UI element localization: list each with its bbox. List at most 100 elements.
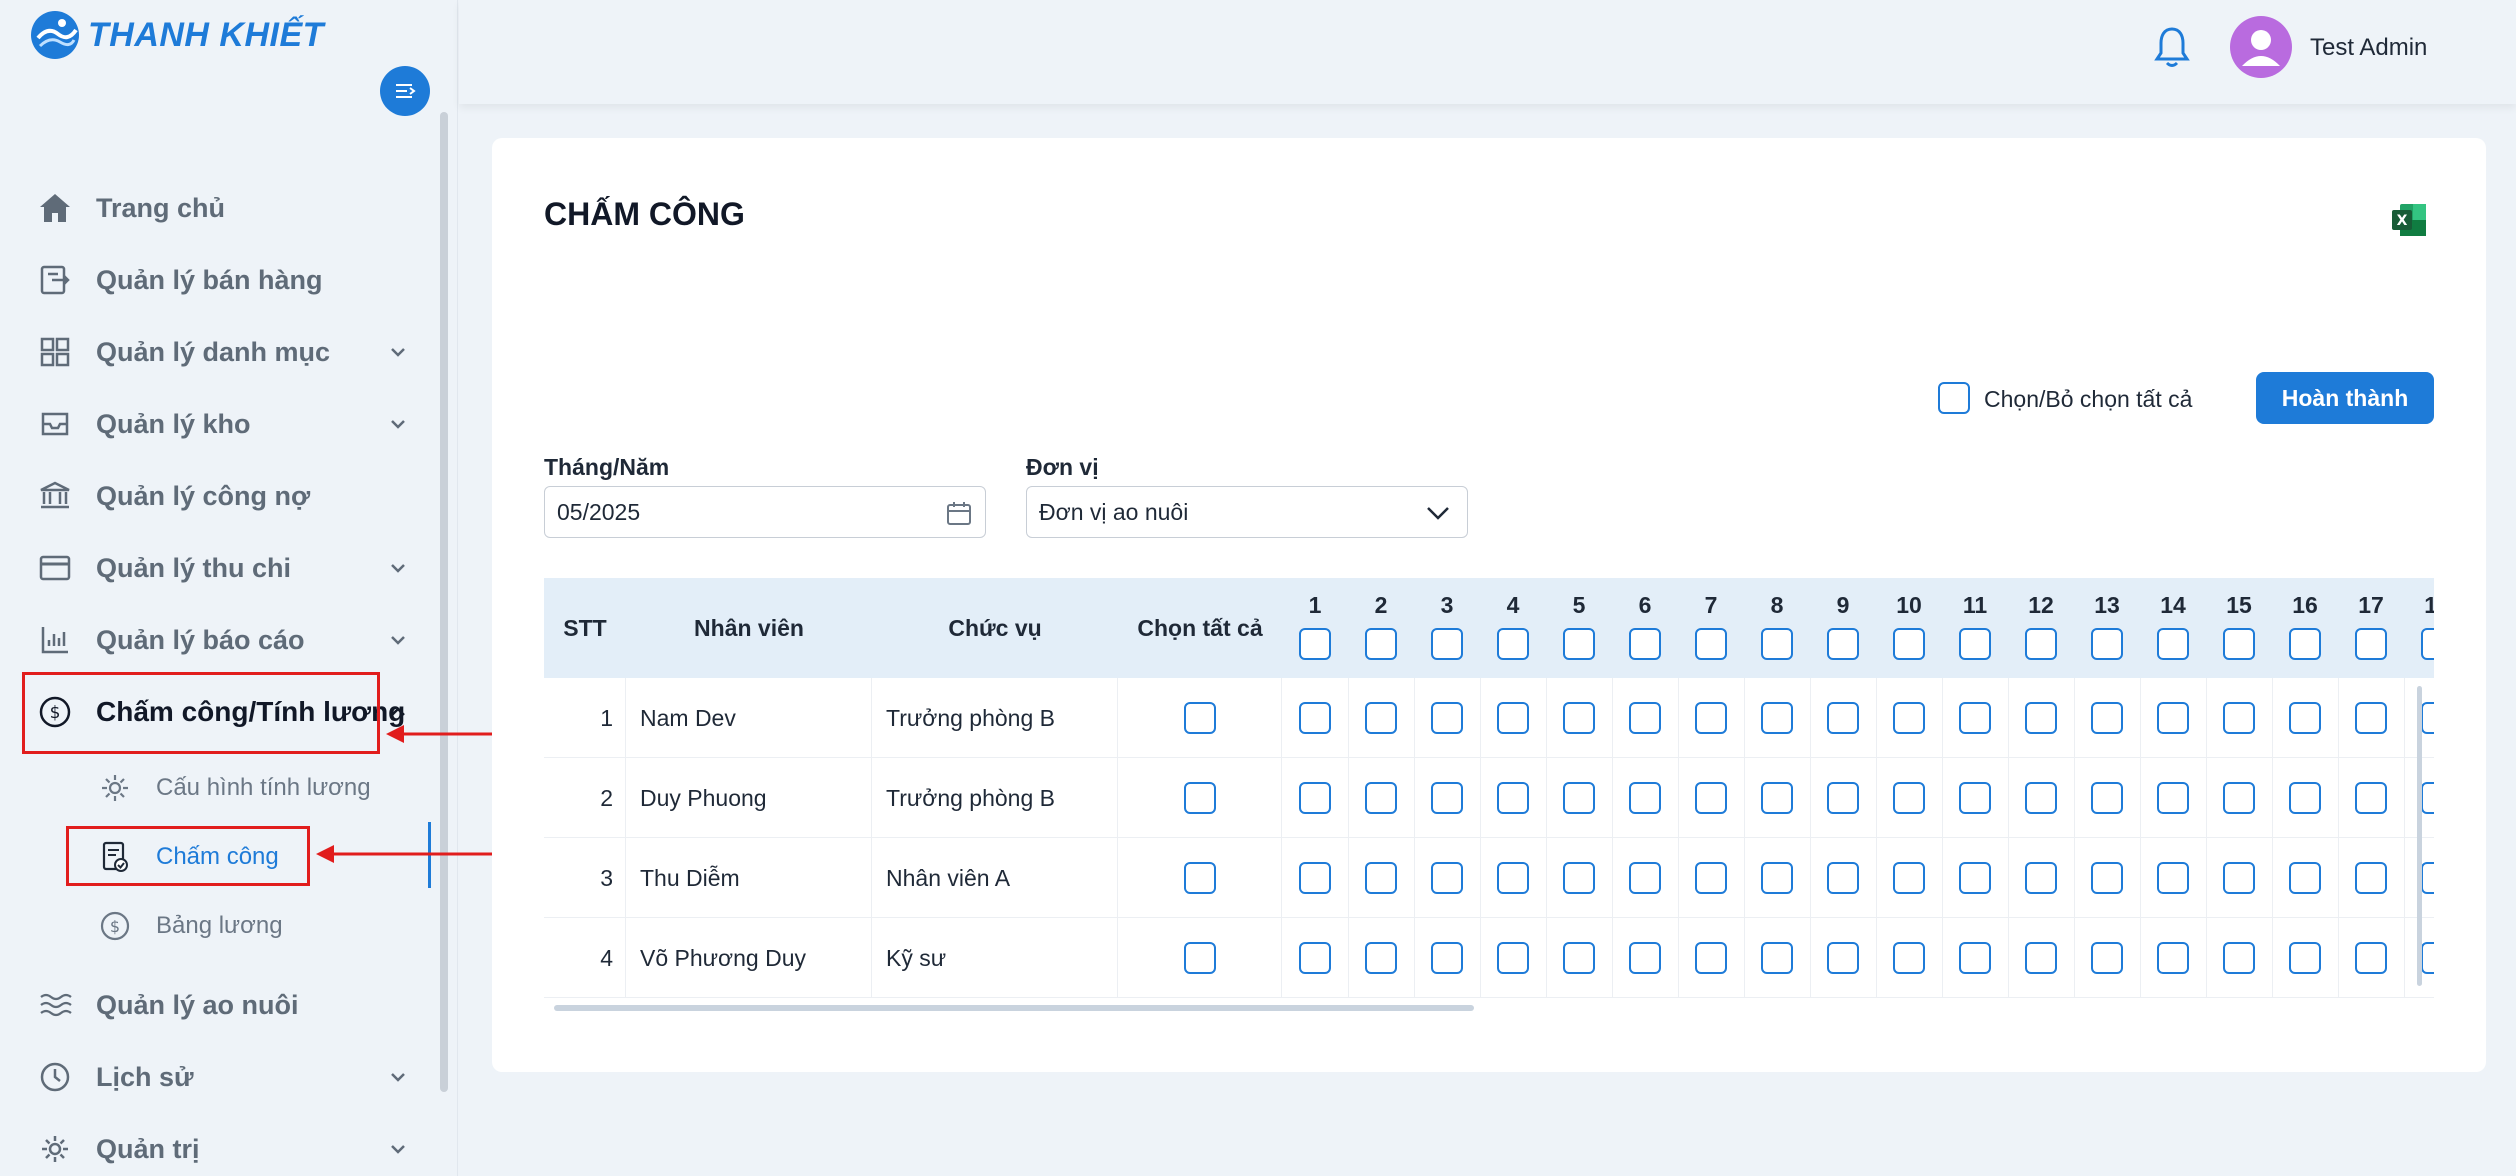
day-checkbox[interactable] [2091,942,2123,974]
day-checkbox[interactable] [1629,702,1661,734]
day-checkbox[interactable] [1563,702,1595,734]
day-checkbox[interactable] [1893,942,1925,974]
day-checkbox[interactable] [1959,702,1991,734]
day-checkbox[interactable] [1695,942,1727,974]
day-column-checkbox[interactable] [2223,628,2255,660]
day-checkbox[interactable] [2421,702,2434,734]
sidebar-subitem-salary-config[interactable]: Cấu hình tính lương [96,763,371,813]
sidebar-item-cashflow[interactable]: Quản lý thu chi [36,540,405,596]
day-checkbox[interactable] [1365,862,1397,894]
sidebar-item-history[interactable]: Lịch sử [36,1049,405,1105]
row-select-all-checkbox[interactable] [1184,782,1216,814]
day-checkbox[interactable] [1695,702,1727,734]
day-checkbox[interactable] [1365,702,1397,734]
bell-icon[interactable] [2152,24,2192,70]
day-column-checkbox[interactable] [1365,628,1397,660]
day-checkbox[interactable] [2355,942,2387,974]
day-checkbox[interactable] [2355,862,2387,894]
sidebar-item-home[interactable]: Trang chủ [36,180,225,236]
day-checkbox[interactable] [2355,782,2387,814]
day-checkbox[interactable] [2421,942,2434,974]
day-checkbox[interactable] [2289,942,2321,974]
day-column-checkbox[interactable] [1695,628,1727,660]
row-select-all-checkbox[interactable] [1184,702,1216,734]
day-checkbox[interactable] [2421,782,2434,814]
day-column-checkbox[interactable] [2355,628,2387,660]
day-checkbox[interactable] [1299,942,1331,974]
day-checkbox[interactable] [2355,702,2387,734]
day-checkbox[interactable] [1563,862,1595,894]
day-checkbox[interactable] [2223,862,2255,894]
day-checkbox[interactable] [1629,942,1661,974]
day-checkbox[interactable] [1497,942,1529,974]
day-checkbox[interactable] [1893,862,1925,894]
day-checkbox[interactable] [1629,862,1661,894]
sidebar-item-ponds[interactable]: Quản lý ao nuôi [36,977,299,1033]
day-checkbox[interactable] [1497,862,1529,894]
row-select-all-checkbox[interactable] [1184,862,1216,894]
day-checkbox[interactable] [2025,782,2057,814]
day-checkbox[interactable] [1431,862,1463,894]
sidebar-item-catalog[interactable]: Quản lý danh mục [36,324,405,380]
row-select-all-checkbox[interactable] [1184,942,1216,974]
day-column-checkbox[interactable] [2157,628,2189,660]
day-checkbox[interactable] [1563,782,1595,814]
avatar[interactable] [2230,16,2292,78]
day-checkbox[interactable] [2223,702,2255,734]
day-checkbox[interactable] [2091,782,2123,814]
day-checkbox[interactable] [1563,942,1595,974]
day-column-checkbox[interactable] [1299,628,1331,660]
day-checkbox[interactable] [1299,862,1331,894]
day-checkbox[interactable] [1827,782,1859,814]
unit-select[interactable]: Đơn vị ao nuôi [1026,486,1468,538]
day-checkbox[interactable] [1431,702,1463,734]
sidebar-item-sales[interactable]: Quản lý bán hàng [36,252,323,308]
timesheet-table[interactable]: STT Nhân viên Chức vụ Chọn tất cả 123456… [544,578,2434,1020]
day-checkbox[interactable] [2223,942,2255,974]
day-checkbox[interactable] [2091,702,2123,734]
user-name[interactable]: Test Admin [2310,34,2427,62]
day-checkbox[interactable] [1827,862,1859,894]
day-checkbox[interactable] [2289,862,2321,894]
day-checkbox[interactable] [2157,862,2189,894]
day-checkbox[interactable] [2025,942,2057,974]
day-column-checkbox[interactable] [1563,628,1595,660]
day-checkbox[interactable] [1629,782,1661,814]
day-checkbox[interactable] [1827,942,1859,974]
day-checkbox[interactable] [1497,702,1529,734]
day-checkbox[interactable] [2157,942,2189,974]
day-checkbox[interactable] [1893,782,1925,814]
day-column-checkbox[interactable] [1761,628,1793,660]
day-checkbox[interactable] [1761,862,1793,894]
table-vertical-scrollbar[interactable] [2417,686,2422,986]
sidebar-item-debt[interactable]: Quản lý công nợ [36,468,310,524]
day-column-checkbox[interactable] [1431,628,1463,660]
day-checkbox[interactable] [2025,702,2057,734]
day-checkbox[interactable] [1761,942,1793,974]
day-checkbox[interactable] [1365,782,1397,814]
select-all-checkbox[interactable] [1938,382,1970,414]
day-checkbox[interactable] [1827,702,1859,734]
day-checkbox[interactable] [2091,862,2123,894]
day-checkbox[interactable] [1431,782,1463,814]
table-horizontal-scrollbar[interactable] [554,1005,1474,1011]
day-checkbox[interactable] [2157,702,2189,734]
day-checkbox[interactable] [2223,782,2255,814]
day-checkbox[interactable] [2289,702,2321,734]
day-column-checkbox[interactable] [2025,628,2057,660]
day-column-checkbox[interactable] [2421,628,2434,660]
day-column-checkbox[interactable] [1629,628,1661,660]
day-checkbox[interactable] [1695,782,1727,814]
sidebar-scrollbar[interactable] [440,112,448,1092]
day-checkbox[interactable] [1497,782,1529,814]
sidebar-collapse-button[interactable] [380,66,430,116]
month-picker[interactable]: 05/2025 [544,486,986,538]
day-checkbox[interactable] [1695,862,1727,894]
day-checkbox[interactable] [1893,702,1925,734]
sidebar-item-warehouse[interactable]: Quản lý kho [36,396,405,452]
day-checkbox[interactable] [1299,702,1331,734]
sidebar-item-reports[interactable]: Quản lý báo cáo [36,612,405,668]
day-column-checkbox[interactable] [1827,628,1859,660]
sidebar-item-admin[interactable]: Quản trị [36,1121,405,1176]
day-checkbox[interactable] [1959,942,1991,974]
